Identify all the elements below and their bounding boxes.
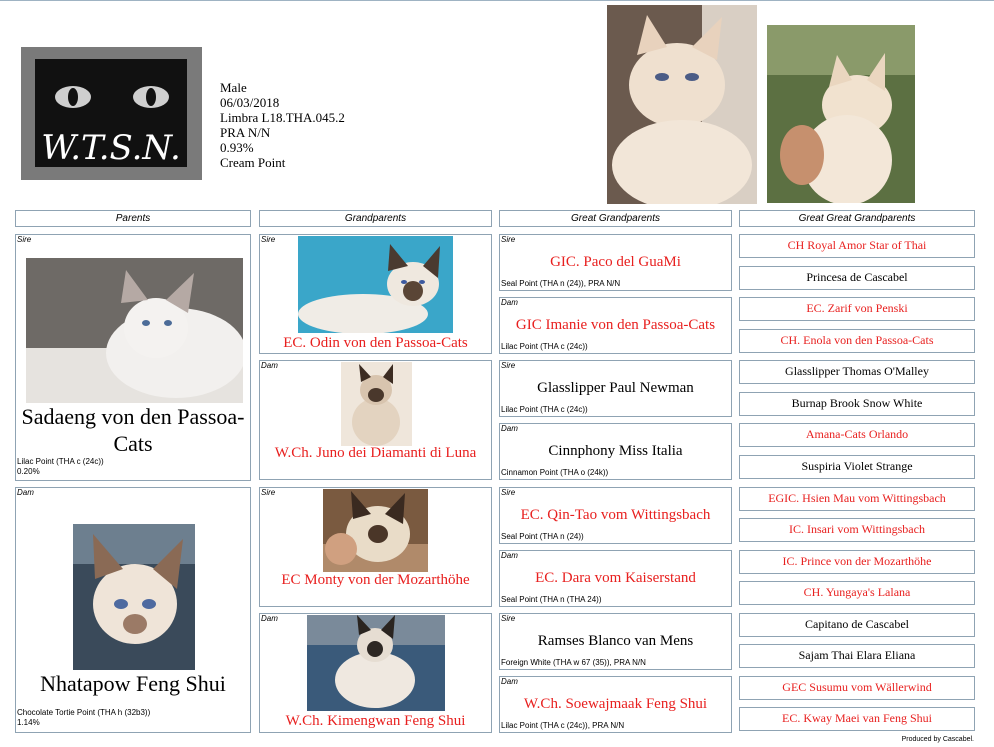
parent-sire-card[interactable]: Sire Sadaeng von den Passoa-Cats Lilac P… [15,234,251,481]
role-label: Sire [501,488,516,497]
great-grandparent-detail-2: Lilac Point (THA c (24c)) [501,342,588,351]
parent-dam-card[interactable]: Dam Nhatapow Feng Shui Chocolate Tortie … [15,487,251,733]
great-great-grandparent-12[interactable]: CH. Yungaya's Lalana [739,581,975,605]
great-great-grandparent-3[interactable]: EC. Zarif von Penski [739,297,975,321]
great-grandparent-detail-7: Foreign White (THA w 67 (35)), PRA N/N [501,658,646,667]
great-great-grandparent-14[interactable]: Sajam Thai Elara Eliana [739,644,975,668]
great-grandparent-detail-6: Seal Point (THA n (THA 24)) [501,595,602,604]
great-grandparent-detail-3: Lilac Point (THA c (24c)) [501,405,588,414]
parent-sire-detail: Lilac Point (THA c (24c)) [17,457,104,466]
cat-color: Cream Point [220,155,286,170]
grandparent-card-1[interactable]: Sire EC. Odin von den Passoa-Cats [259,234,492,354]
parent-dam-detail: Chocolate Tortie Point (THA h (32b3)) [17,708,151,717]
great-grandparent-card-1[interactable]: Sire GIC. Paco del GuaMi Seal Point (THA… [499,234,732,291]
role-label: Dam [501,551,518,560]
great-great-grandparent-15[interactable]: GEC Susumu vom Wällerwind [739,676,975,700]
grandparent-photo-4 [307,615,445,711]
great-great-grandparent-7[interactable]: Amana-Cats Orlando [739,423,975,447]
header-grandparents: Grandparents [259,210,492,227]
great-grandparent-name-5: EC. Qin-Tao vom Wittingsbach [520,507,711,523]
role-label: Sire [501,235,516,244]
footer-credit: Produced by Cascabel. [901,736,974,743]
great-grandparent-detail-5: Seal Point (THA n (24)) [501,532,584,541]
grandparent-photo-1 [298,236,453,333]
parent-sire-coi: 0.20% [17,467,40,476]
role-label: Dam [261,614,278,623]
great-grandparent-card-7[interactable]: Sire Ramses Blanco van Mens Foreign Whit… [499,613,732,670]
cat-sex: Male [220,80,247,95]
role-label: Dam [501,298,518,307]
great-great-grandparent-4[interactable]: CH. Enola von den Passoa-Cats [739,329,975,353]
role-label: Sire [501,361,516,370]
great-grandparent-name-4: Cinnphony Miss Italia [548,443,683,459]
great-grandparent-card-8[interactable]: Dam W.Ch. Soewajmaak Feng Shui Lilac Poi… [499,676,732,733]
great-great-grandparent-9[interactable]: EGIC. Hsien Mau vom Wittingsbach [739,487,975,511]
cat-info: Male 06/03/2018 Limbra L18.THA.045.2 PRA… [220,80,345,170]
great-grandparent-detail-8: Lilac Point (THA c (24c)), PRA N/N [501,721,625,730]
great-great-grandparent-16[interactable]: EC. Kway Maei van Feng Shui [739,707,975,731]
role-label: Dam [501,424,518,433]
great-grandparent-card-6[interactable]: Dam EC. Dara vom Kaiserstand Seal Point … [499,550,732,607]
parent-sire-name: Sadaeng von den Passoa-Cats [21,404,245,456]
parent-sire-photo [26,258,243,403]
cat-coi: 0.93% [220,140,254,155]
great-grandparent-name-6: EC. Dara vom Kaiserstand [535,570,696,586]
grandparent-photo-2 [341,362,412,446]
great-great-grandparent-2[interactable]: Princesa de Cascabel [739,266,975,290]
great-great-grandparent-10[interactable]: IC. Insari vom Wittingsbach [739,518,975,542]
header-great-grandparents: Great Grandparents [499,210,732,227]
great-grandparent-card-4[interactable]: Dam Cinnphony Miss Italia Cinnamon Point… [499,423,732,480]
parent-dam-photo [73,524,195,670]
cat-photo-1 [607,5,757,204]
great-great-grandparent-11[interactable]: IC. Prince von der Mozarthöhe [739,550,975,574]
great-grandparent-detail-4: Cinnamon Point (THA o (24k)) [501,468,609,477]
parent-dam-coi: 1.14% [17,718,40,727]
cattery-logo: W.T.S.N. [21,47,202,180]
role-label: Sire [17,235,32,244]
cat-pra: PRA N/N [220,125,271,140]
grandparent-card-2[interactable]: Dam W.Ch. Juno dei Diamanti di Luna [259,360,492,480]
role-label: Dam [261,361,278,370]
great-grandparent-name-7: Ramses Blanco van Mens [537,633,694,649]
svg-text:W.T.S.N.: W.T.S.N. [41,128,181,168]
role-label: Sire [261,235,276,244]
great-great-grandparent-1[interactable]: CH Royal Amor Star of Thai [739,234,975,258]
great-grandparent-name-1: GIC. Paco del GuaMi [550,254,681,270]
cattery-logo-graphic: W.T.S.N. [21,47,202,180]
great-grandparent-card-2[interactable]: Dam GIC Imanie von den Passoa-Cats Lilac… [499,297,732,354]
header-parents: Parents [15,210,251,227]
cat-photo-2 [767,25,915,203]
great-great-grandparent-13[interactable]: Capitano de Cascabel [739,613,975,637]
role-label: Sire [501,614,516,623]
great-grandparent-detail-1: Seal Point (THA n (24)), PRA N/N [501,279,621,288]
grandparent-name-4: W.Ch. Kimengwan Feng Shui [285,713,466,729]
grandparent-name-1: EC. Odin von den Passoa-Cats [283,335,468,351]
great-great-grandparent-8[interactable]: Suspiria Violet Strange [739,455,975,479]
great-great-grandparent-5[interactable]: Glasslipper Thomas O'Malley [739,360,975,384]
top-divider [0,0,994,1]
role-label: Dam [501,677,518,686]
great-grandparent-name-8: W.Ch. Soewajmaak Feng Shui [523,696,708,712]
grandparent-card-4[interactable]: Dam W.Ch. Kimengwan Feng Shui [259,613,492,733]
great-grandparent-name-2: GIC Imanie von den Passoa-Cats [515,317,716,333]
header-great-great-grandparents: Great Great Grandparents [739,210,975,227]
role-label: Dam [17,488,34,497]
great-grandparent-card-3[interactable]: Sire Glasslipper Paul Newman Lilac Point… [499,360,732,417]
grandparent-name-3: EC Monty von der Mozarthöhe [281,572,470,588]
cat-dob: 06/03/2018 [220,95,280,110]
grandparent-photo-3 [323,489,428,572]
grandparent-name-2: W.Ch. Juno dei Diamanti di Luna [274,445,477,461]
parent-dam-name: Nhatapow Feng Shui [40,671,226,696]
grandparent-card-3[interactable]: Sire EC Monty von der Mozarthöhe [259,487,492,607]
cat-registration: Limbra L18.THA.045.2 [220,110,345,125]
great-grandparent-card-5[interactable]: Sire EC. Qin-Tao vom Wittingsbach Seal P… [499,487,732,544]
great-great-grandparent-6[interactable]: Burnap Brook Snow White [739,392,975,416]
role-label: Sire [261,488,276,497]
great-grandparent-name-3: Glasslipper Paul Newman [537,380,694,396]
